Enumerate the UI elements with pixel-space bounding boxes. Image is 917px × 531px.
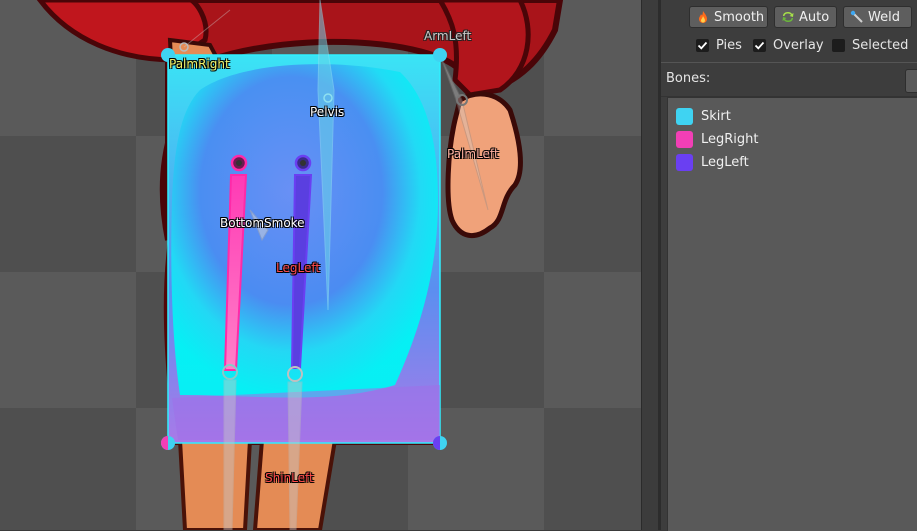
overlay-checkbox-box[interactable]: [753, 39, 766, 52]
panel-divider: [661, 62, 917, 63]
weld-label: Weld: [868, 10, 900, 25]
selected-checkbox[interactable]: Selected: [832, 38, 912, 54]
selected-label: Selected: [852, 38, 909, 53]
bone-label-palm-left[interactable]: PalmLeft: [447, 147, 499, 161]
auto-label: Auto: [799, 10, 830, 25]
weld-button[interactable]: Weld: [843, 6, 912, 28]
smooth-button[interactable]: Smooth: [689, 6, 768, 28]
overlay-checkbox[interactable]: Overlay: [753, 38, 824, 54]
bone-item-label: Skirt: [701, 109, 731, 124]
checkmark-icon: [697, 41, 708, 50]
mesh-canvas[interactable]: [0, 0, 641, 530]
pies-label: Pies: [716, 38, 742, 53]
bone-item-label: LegLeft: [701, 155, 749, 170]
leg-right-skin: [177, 438, 253, 530]
selected-checkbox-box[interactable]: [832, 39, 845, 52]
weld-wand-icon: [850, 10, 863, 23]
vertex-top-right[interactable]: [433, 48, 447, 62]
bone-item-legleft[interactable]: LegLeft: [676, 152, 906, 172]
bone-item-label: LegRight: [701, 132, 759, 147]
bone-label-bottom-smoke[interactable]: BottomSmoke: [220, 216, 305, 230]
vertex-bottom-right[interactable]: [433, 436, 447, 450]
bones-list[interactable]: Skirt LegRight LegLeft: [667, 97, 917, 531]
bone-label-arm-left[interactable]: ArmLeft: [424, 29, 471, 43]
auto-button[interactable]: Auto: [774, 6, 837, 28]
bone-label-pelvis[interactable]: Pelvis: [310, 105, 344, 119]
bone-color-swatch: [676, 108, 693, 125]
bone-color-swatch: [676, 154, 693, 171]
smooth-label: Smooth: [714, 10, 765, 25]
bone-label-shin-left[interactable]: ShinLeft: [265, 471, 314, 485]
bone-item-legright[interactable]: LegRight: [676, 129, 906, 149]
bone-label-leg-left[interactable]: LegLeft: [276, 261, 320, 275]
panel-splitter[interactable]: [641, 0, 662, 530]
bone-label-palm-right[interactable]: PalmRight: [169, 57, 230, 71]
bone-color-swatch: [676, 131, 693, 148]
checkmark-icon: [754, 41, 765, 50]
properties-panel: Smooth Auto Weld Pies Overlay Selected B…: [661, 0, 917, 531]
bone-item-skirt[interactable]: Skirt: [676, 106, 906, 126]
vertex-bottom-left[interactable]: [161, 436, 175, 450]
flame-icon: [699, 11, 707, 23]
pies-checkbox[interactable]: Pies: [696, 38, 746, 54]
canvas-viewport[interactable]: PalmRight ArmLeft Pelvis PalmLeft Bottom…: [0, 0, 641, 530]
pies-checkbox-box[interactable]: [696, 39, 709, 52]
bones-title: Bones:: [666, 71, 711, 86]
hand-left: [445, 91, 523, 238]
bones-menu-button[interactable]: [905, 69, 917, 93]
overlay-label: Overlay: [773, 38, 824, 53]
auto-refresh-icon: [782, 12, 794, 22]
